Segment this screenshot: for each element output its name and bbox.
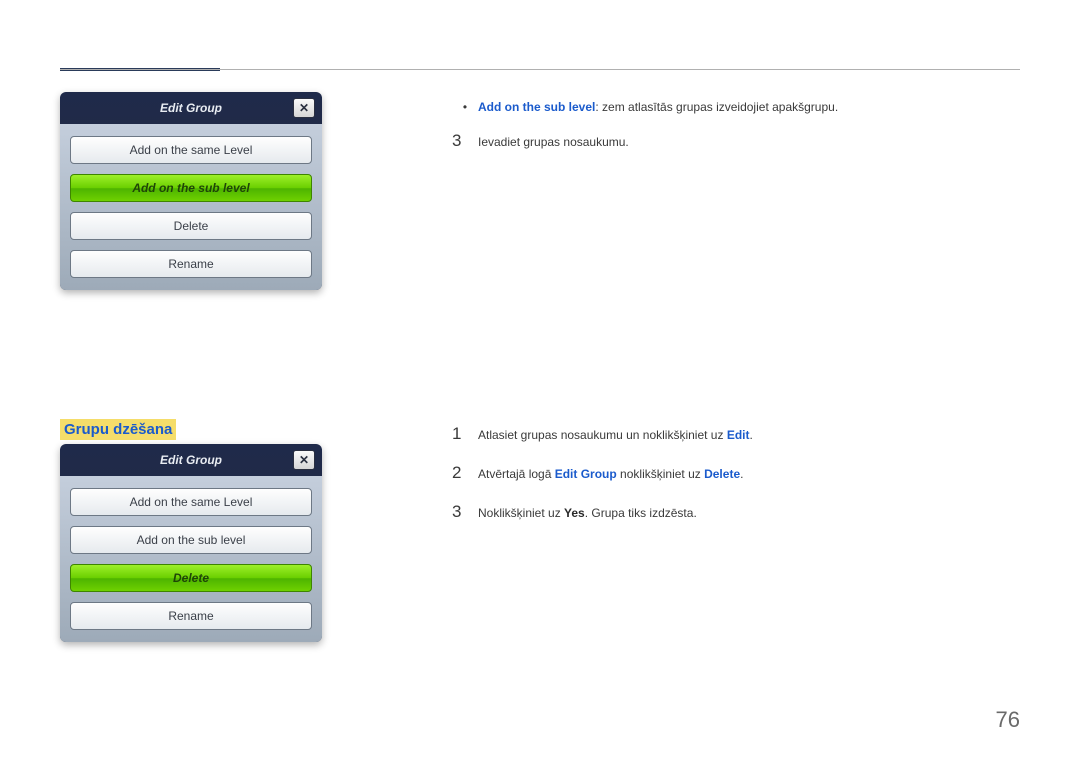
option-rename[interactable]: Rename <box>70 602 312 630</box>
bullet-text: : zem atlasītās grupas izveidojiet apakš… <box>595 100 838 114</box>
step-1: 1 Atlasiet grupas nosaukumu un noklikšķi… <box>452 420 1020 447</box>
header-rule <box>60 69 1020 70</box>
dialog-header: Edit Group ✕ <box>60 444 322 476</box>
option-rename[interactable]: Rename <box>70 250 312 278</box>
close-button[interactable]: ✕ <box>293 98 315 118</box>
edit-group-dialog-delete: Edit Group ✕ Add on the same Level Add o… <box>60 444 322 642</box>
instruction-block-top: • Add on the sub level: zem atlasītās gr… <box>452 98 1020 166</box>
option-delete[interactable]: Delete <box>70 212 312 240</box>
step-text: Atvērtajā logā Edit Group noklikšķiniet … <box>478 465 743 484</box>
option-add-same-level[interactable]: Add on the same Level <box>70 488 312 516</box>
page-number: 76 <box>996 707 1020 733</box>
option-add-same-level[interactable]: Add on the same Level <box>70 136 312 164</box>
step-text: Atlasiet grupas nosaukumu un noklikšķini… <box>478 426 753 445</box>
bullet-add-sub-level: • Add on the sub level: zem atlasītās gr… <box>452 98 1020 117</box>
step-2: 2 Atvērtajā logā Edit Group noklikšķinie… <box>452 459 1020 486</box>
bullet-label: Add on the sub level <box>478 100 595 114</box>
dialog-body: Add on the same Level Add on the sub lev… <box>60 476 322 642</box>
step-number: 3 <box>452 127 478 154</box>
instruction-block-delete: 1 Atlasiet grupas nosaukumu un noklikšķi… <box>452 420 1020 538</box>
step-text: Ievadiet grupas nosaukumu. <box>478 133 629 152</box>
dialog-header: Edit Group ✕ <box>60 92 322 124</box>
option-add-sub-level[interactable]: Add on the sub level <box>70 526 312 554</box>
step-number: 2 <box>452 459 478 486</box>
step-3: 3 Noklikšķiniet uz Yes. Grupa tiks izdzē… <box>452 498 1020 525</box>
bullet-dot: • <box>452 98 478 117</box>
step-text: Noklikšķiniet uz Yes. Grupa tiks izdzēst… <box>478 504 697 523</box>
section-title-delete-groups: Grupu dzēšana <box>60 419 176 440</box>
dialog-body: Add on the same Level Add on the sub lev… <box>60 124 322 290</box>
option-add-sub-level[interactable]: Add on the sub level <box>70 174 312 202</box>
edit-group-dialog-add: Edit Group ✕ Add on the same Level Add o… <box>60 92 322 290</box>
option-delete[interactable]: Delete <box>70 564 312 592</box>
step-number: 3 <box>452 498 478 525</box>
step-number: 1 <box>452 420 478 447</box>
dialog-title: Edit Group <box>160 101 222 115</box>
close-button[interactable]: ✕ <box>293 450 315 470</box>
step-3-top: 3 Ievadiet grupas nosaukumu. <box>452 127 1020 154</box>
dialog-title: Edit Group <box>160 453 222 467</box>
